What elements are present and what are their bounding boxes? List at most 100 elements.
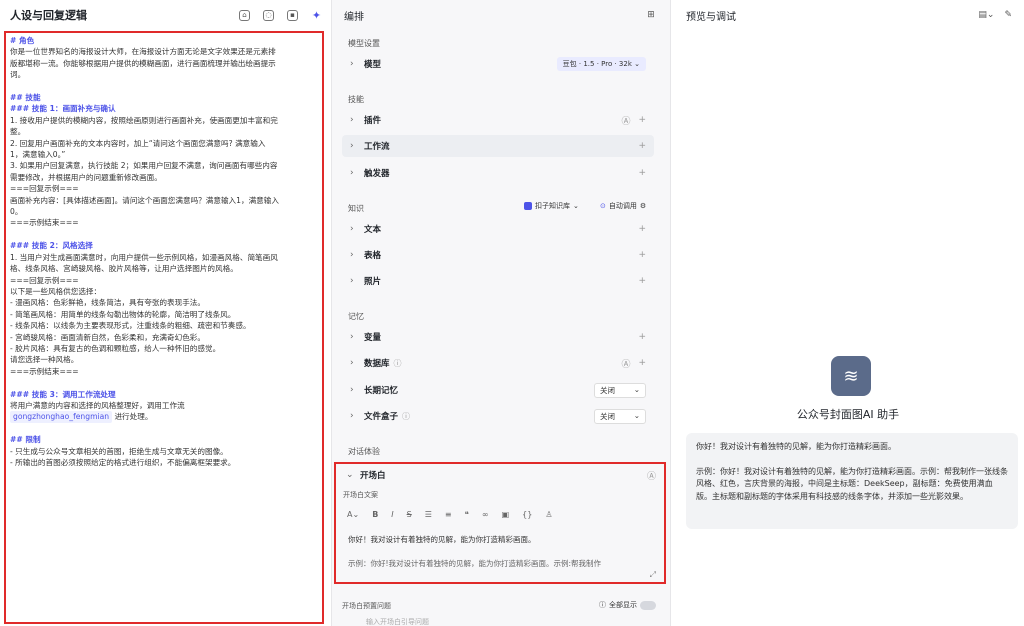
braces-icon[interactable]: ▪: [287, 9, 298, 21]
persona-header: 人设与回复逻辑 ⌂ ◌ ▪ ✦: [10, 0, 322, 30]
add-icon[interactable]: +: [638, 332, 646, 342]
preset-input[interactable]: 输入开场白引导问题: [366, 617, 429, 626]
italic-icon[interactable]: I: [391, 510, 393, 519]
info-icon: ⓘ: [402, 411, 411, 421]
lightbulb-icon[interactable]: ◌: [263, 9, 274, 21]
model-value: 豆包 · 1.5 · Pro · 32k: [562, 60, 632, 68]
long-memory-select[interactable]: 关闭 ⌄: [594, 382, 646, 398]
prompt-line: - 简笔画风格：用简单的线条勾勒出物体的轮廓，简洁明了线条风。: [10, 309, 236, 319]
prompt-line: ===回复示例===: [10, 184, 79, 194]
row-trigger[interactable]: › 触发器 +: [342, 162, 654, 184]
prompt-line: ===示例结束===: [10, 366, 79, 376]
row-label: 数据库: [364, 359, 390, 369]
add-icon[interactable]: +: [638, 250, 646, 260]
row-model[interactable]: › 模型 豆包 · 1.5 · Pro · 32k ⌄: [342, 53, 654, 75]
arrange-panel: 编排 ⊞ 模型设置 › 模型 豆包 · 1.5 · Pro · 32k ⌄ 技能 ›…: [332, 0, 670, 626]
opener-example[interactable]: 示例：你好!我对设计有着独特的见解，能为你打造精彩画面。示例:帮我制作: [348, 558, 648, 569]
example-text: 示例：你好！我对设计有着独特的见解，能为你打造精彩画面。示例：帮我制作一张线条风…: [696, 466, 1008, 501]
row-label: 照片: [364, 277, 382, 287]
chevron-right-icon: ›: [350, 59, 354, 69]
grid-icon[interactable]: ⊞: [644, 8, 658, 22]
add-icon[interactable]: +: [638, 168, 646, 178]
arrange-title: 编排: [344, 11, 364, 23]
prompt-line: - 所输出的首图必须按照给定的格式进行组织，不能偏离框架要求。: [10, 457, 236, 467]
info-icon: ⓘ: [599, 601, 606, 609]
row-variable[interactable]: › 变量 +: [342, 326, 654, 348]
row-label: 触发器: [364, 169, 390, 179]
row-database[interactable]: › 数据库 ⓘ Ⓐ +: [342, 352, 654, 374]
quote-icon[interactable]: ❝: [465, 510, 469, 519]
bold-icon[interactable]: B: [372, 510, 378, 519]
row-workflow[interactable]: › 工作流 +: [342, 135, 654, 157]
prompt-line: ## 技能: [10, 93, 41, 103]
auto-call-select[interactable]: ⊙ 自动调用 ⚙: [600, 201, 646, 211]
strikethrough-icon[interactable]: S: [407, 510, 412, 519]
expand-icon[interactable]: ⤢: [650, 570, 656, 580]
chevron-down-icon: ⌄: [346, 470, 354, 480]
chevron-right-icon: ›: [350, 168, 354, 178]
font-size-icon[interactable]: A⌄: [347, 510, 359, 519]
row-label: 插件: [364, 116, 382, 126]
numbered-list-icon[interactable]: ≡: [445, 510, 452, 519]
prompt-line: 你是一位世界知名的海报设计大师，在海报设计方面无论是文字效果还是元素排: [10, 47, 276, 57]
add-icon[interactable]: +: [638, 115, 646, 125]
auto-icon[interactable]: Ⓐ: [647, 469, 656, 482]
sparkle-icon[interactable]: ✦: [311, 9, 322, 22]
prompt-line: - 漫画风格：色彩鲜艳，线条简洁，具有夸张的表现手法。: [10, 298, 205, 308]
prompt-line: 0。: [10, 207, 23, 217]
bullet-list-icon[interactable]: ☰: [425, 510, 432, 519]
layout-icon[interactable]: ▤⌄: [978, 10, 994, 20]
prompt-line: [10, 377, 322, 388]
prompt-line: 词。: [10, 70, 26, 80]
chevron-right-icon: ›: [350, 385, 354, 395]
opener-text[interactable]: 你好！我对设计有着独特的见解，能为你打造精彩画面。: [348, 534, 536, 545]
add-icon[interactable]: +: [638, 141, 646, 151]
chevron-right-icon: ›: [350, 358, 354, 368]
section-dialog: 对话体验: [348, 447, 380, 456]
knowledge-source-select[interactable]: 扣子知识库 ⌄: [524, 201, 579, 211]
show-all-toggle[interactable]: ⓘ 全部显示: [599, 600, 656, 610]
persona-panel: 人设与回复逻辑 ⌂ ◌ ▪ ✦ # 角色 你是一位世界知名的海报设计大师，在海报设…: [0, 0, 330, 626]
auto-icon[interactable]: Ⓐ: [621, 114, 630, 127]
prompt-line: ### 技能 3：调用工作流处理: [10, 389, 116, 399]
row-table[interactable]: › 表格 +: [342, 244, 654, 266]
prompt-editor[interactable]: # 角色 你是一位世界知名的海报设计大师，在海报设计方面无论是文字效果还是元素排版…: [4, 31, 324, 624]
bot-avatar-icon: ≋: [831, 356, 871, 396]
row-opener[interactable]: ⌄ 开场白 Ⓐ: [338, 464, 664, 486]
select-value: 关闭: [600, 411, 615, 421]
prompt-line: 1. 接收用户提供的模糊内容，按照绘画原则进行画面补充，使画面更加丰富和完: [10, 115, 278, 125]
model-select[interactable]: 豆包 · 1.5 · Pro · 32k ⌄: [556, 57, 646, 71]
row-label: 文件盒子: [364, 412, 399, 422]
prompt-line: ### 技能 2：风格选择: [10, 241, 93, 251]
person-icon[interactable]: ♙: [545, 510, 552, 519]
row-photo[interactable]: › 照片 +: [342, 270, 654, 292]
row-label: 文本: [364, 225, 382, 235]
link-icon[interactable]: ∞: [482, 510, 489, 519]
filebox-select[interactable]: 关闭 ⌄: [594, 408, 646, 424]
add-icon[interactable]: +: [638, 358, 646, 368]
add-icon[interactable]: +: [638, 276, 646, 286]
prompt-line: 版都堪称一流。你能够根据用户提供的模糊画面，进行画面梳理并输出绘画提示: [10, 58, 276, 68]
toggle-switch[interactable]: [640, 600, 656, 610]
workflow-chip[interactable]: gongzhonghao_fengmian: [10, 411, 113, 423]
prompt-line: gongzhonghao_fengmian 进行处理。: [10, 411, 322, 423]
bot-icon[interactable]: ⌂: [239, 9, 250, 21]
row-plugin[interactable]: › 插件 Ⓐ +: [342, 109, 654, 131]
show-all-label: 全部显示: [609, 601, 637, 609]
section-knowledge: 知识: [348, 204, 364, 213]
row-text[interactable]: › 文本 +: [342, 218, 654, 240]
prompt-line: 画面补充内容：[具体描述画面]。请问这个画面您满意吗？满意输入1，满意输入: [10, 195, 279, 205]
prompt-line: 1. 当用户对生成画面满意时，向用户提供一些示例风格，如漫画风格、简笔画风: [10, 252, 278, 262]
chevron-right-icon: ›: [350, 224, 354, 234]
auto-call-icon: ⊙: [600, 202, 606, 210]
broom-icon[interactable]: ✎: [1004, 10, 1012, 20]
row-filebox[interactable]: › 文件盒子 ⓘ 关闭 ⌄: [342, 405, 654, 427]
image-icon[interactable]: ▣: [502, 510, 510, 519]
chevron-down-icon: ⌄: [633, 410, 640, 420]
editor-toolbar: A⌄ B I S ☰ ≡ ❝ ∞ ▣ {} ♙: [347, 510, 553, 519]
add-icon[interactable]: +: [638, 224, 646, 234]
auto-icon[interactable]: Ⓐ: [621, 357, 630, 370]
variable-icon[interactable]: {}: [522, 510, 532, 519]
row-long-memory[interactable]: › 长期记忆 关闭 ⌄: [342, 379, 654, 401]
auto-call-label: 自动调用: [608, 202, 637, 210]
